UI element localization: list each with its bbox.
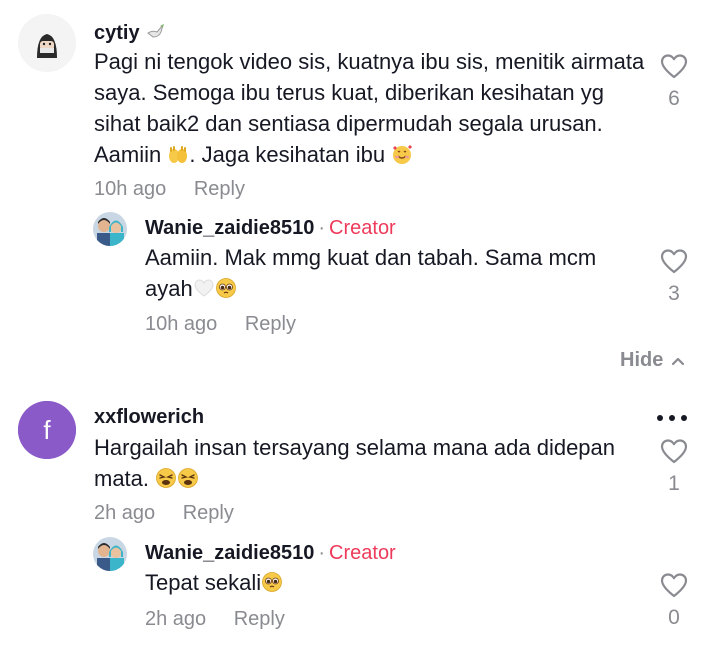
white-heart-emoji: [193, 276, 215, 298]
comments-panel: cytiy Pagi ni tengok video sis, kuatnya …: [0, 0, 726, 656]
avatar-letter: f: [43, 415, 51, 445]
reply-username-row: Wanie_zaidie8510 · Creator: [145, 217, 396, 240]
heart-outline-icon[interactable]: [660, 438, 688, 464]
heart-outline-icon[interactable]: [660, 572, 688, 598]
like-count: 0: [668, 606, 680, 629]
comment-text: Pagi ni tengok video sis, kuatnya ibu si…: [94, 46, 654, 170]
avatar-wanie[interactable]: [93, 212, 127, 246]
more-dots-icon[interactable]: [657, 415, 687, 421]
reply-button[interactable]: Reply: [234, 608, 285, 630]
like-button[interactable]: 0: [654, 572, 694, 630]
reply-time: 2h ago: [145, 608, 207, 630]
reply-meta: 10h ago Reply: [145, 313, 296, 336]
reply-username-row: Wanie_zaidie8510 · Creator: [145, 542, 396, 565]
comment-meta: 2h ago Reply: [94, 502, 234, 525]
reply-time: 10h ago: [145, 313, 218, 335]
avatar-cytiy[interactable]: [18, 14, 76, 72]
reply-button[interactable]: Reply: [245, 313, 296, 335]
heart-outline-icon[interactable]: [660, 248, 688, 274]
pleading-face-emoji: [261, 570, 283, 592]
reply-username[interactable]: Wanie_zaidie8510: [145, 217, 314, 239]
reply-text: Aamiin. Mak mmg kuat dan tabah. Sama mcm…: [145, 242, 645, 304]
dove-icon: [145, 20, 167, 42]
heart-outline-icon[interactable]: [660, 53, 688, 79]
weary-face-emoji: [177, 466, 199, 488]
comment-time: 2h ago: [94, 502, 156, 524]
reply-body: Tepat sekali: [145, 570, 262, 595]
smiling-hearts-emoji: [391, 142, 413, 164]
like-button[interactable]: 6: [654, 53, 694, 111]
comment-username[interactable]: xxflowerich: [94, 406, 204, 429]
hide-replies-button[interactable]: Hide: [620, 349, 685, 372]
username-text[interactable]: cytiy: [94, 22, 140, 44]
like-count: 3: [668, 282, 680, 305]
creator-badge: Creator: [329, 542, 396, 564]
comment-meta: 10h ago Reply: [94, 178, 245, 201]
chevron-up-icon[interactable]: [671, 349, 685, 372]
open-hands-emoji: [167, 142, 189, 164]
comment-text: Hargailah insan tersayang selama mana ad…: [94, 432, 634, 494]
reply-button[interactable]: Reply: [183, 502, 234, 524]
avatar-wanie[interactable]: [93, 537, 127, 571]
reply-username[interactable]: Wanie_zaidie8510: [145, 542, 314, 564]
comment-body-tail: . Jaga kesihatan ibu: [189, 142, 386, 167]
reply-text: Tepat sekali: [145, 567, 625, 598]
pleading-face-emoji: [215, 276, 237, 298]
like-button[interactable]: 1: [654, 438, 694, 496]
like-count: 1: [668, 472, 680, 495]
like-button[interactable]: 3: [654, 248, 694, 306]
hide-label[interactable]: Hide: [620, 349, 663, 371]
username-text[interactable]: xxflowerich: [94, 406, 204, 428]
separator: ·: [318, 542, 326, 564]
separator: ·: [318, 217, 326, 239]
reply-button[interactable]: Reply: [194, 178, 245, 200]
comment-username[interactable]: cytiy: [94, 20, 167, 45]
reply-meta: 2h ago Reply: [145, 608, 285, 631]
weary-face-emoji: [155, 466, 177, 488]
creator-badge: Creator: [329, 217, 396, 239]
like-count: 6: [668, 87, 680, 110]
comment-time: 10h ago: [94, 178, 167, 200]
